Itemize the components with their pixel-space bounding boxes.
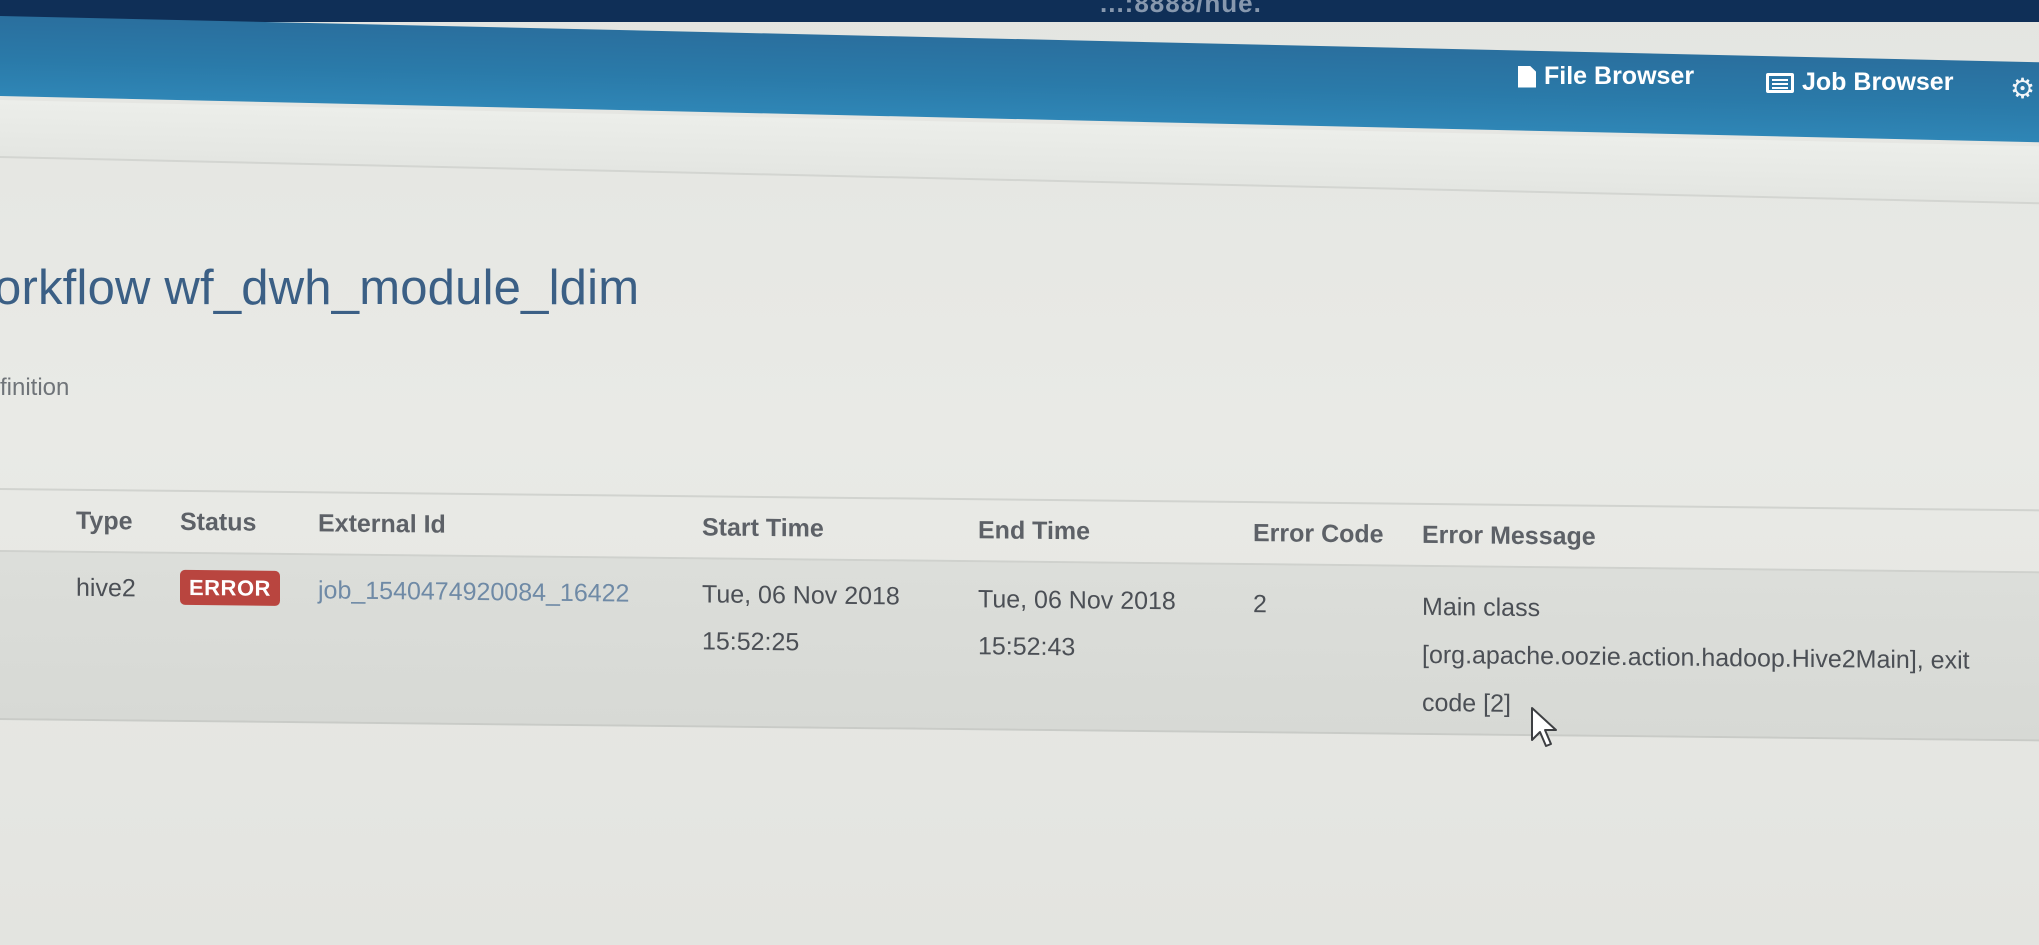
col-type-header: Type [76, 506, 133, 536]
col-external-id-header: External Id [318, 509, 446, 539]
mouse-pointer-icon [1531, 707, 1557, 747]
cell-start-clock: 15:52:25 [702, 627, 800, 657]
job-browser-label: Job Browser [1802, 68, 1954, 96]
browser-url-bar[interactable]: ...:8888/hue. [0, 0, 2039, 22]
external-id-link[interactable]: job_1540474920084_16422 [318, 567, 629, 617]
cell-start-date: Tue, 06 Nov 2018 [702, 580, 900, 611]
col-error-code-header: Error Code [1253, 519, 1384, 549]
col-end-time-header: End Time [978, 516, 1091, 546]
tab-definition[interactable]: finition [0, 374, 69, 402]
cell-end-clock: 15:52:43 [978, 632, 1076, 662]
list-icon [1766, 72, 1794, 93]
cell-error-message-line3: code [2] [1422, 688, 1511, 718]
status-badge: ERROR [180, 569, 280, 606]
cell-type: hive2 [76, 573, 136, 603]
col-start-time-header: Start Time [702, 513, 824, 543]
cell-error-code: 2 [1253, 590, 1267, 619]
page-title: orkflow wf_dwh_module_ldim [0, 261, 640, 315]
cell-end-date: Tue, 06 Nov 2018 [978, 585, 1176, 616]
cell-error-message-line1: Main class [1422, 592, 1541, 623]
actions-table: Type Status External Id Start Time End T… [0, 488, 2039, 755]
file-browser-label: File Browser [1544, 62, 1695, 90]
file-browser-link[interactable]: File Browser [1518, 62, 1694, 91]
url-text: ...:8888/hue. [1100, 0, 1262, 18]
file-icon [1518, 65, 1536, 88]
screen: ...:8888/hue. File Browser Job Browser ⚙… [0, 0, 2039, 945]
cell-error-message-line2: [org.apache.oozie.action.hadoop.Hive2Mai… [1422, 640, 1970, 675]
job-browser-link[interactable]: Job Browser [1766, 68, 1953, 97]
gear-icon[interactable]: ⚙ [2010, 72, 2035, 105]
col-error-message-header: Error Message [1422, 520, 1596, 551]
col-status-header: Status [180, 507, 257, 537]
